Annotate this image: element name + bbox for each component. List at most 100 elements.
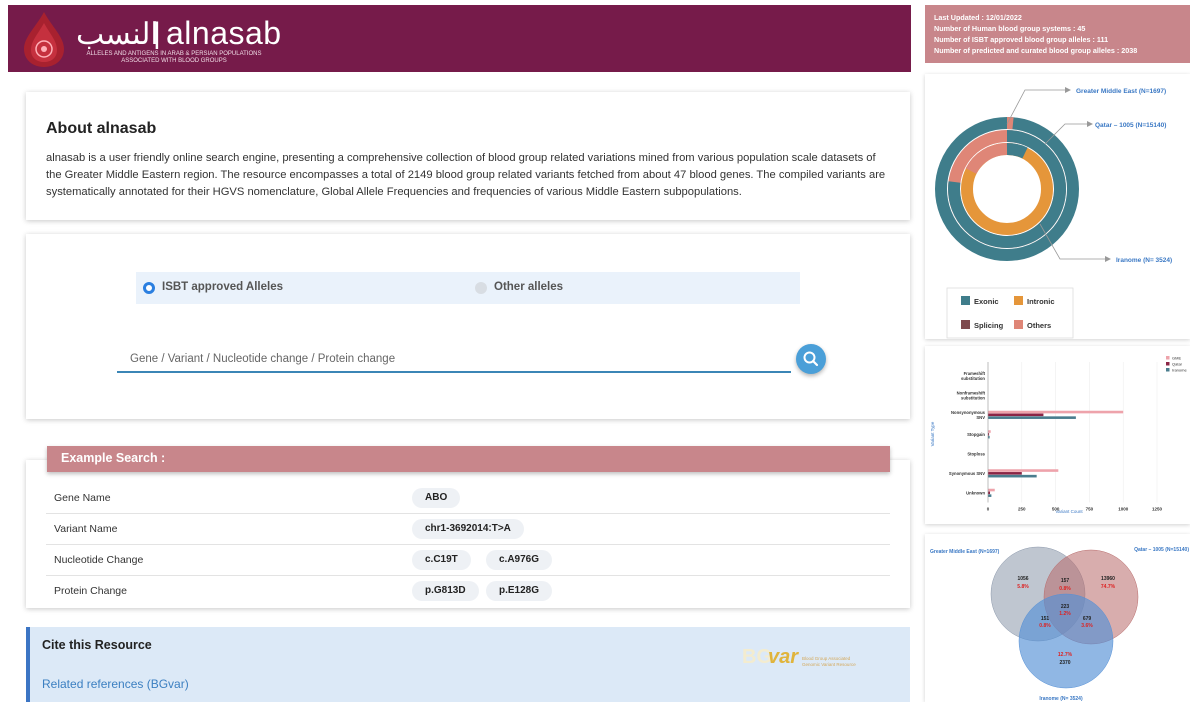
example-label-gene: Gene Name [54,492,111,504]
radio-other[interactable] [475,282,487,294]
example-chip-nucleotide-2[interactable]: c.A976G [486,550,553,570]
stats-info-box: Last Updated : 12/01/2022 Number of Huma… [925,5,1190,63]
donut-label-iranome: Iranome (N= 3524) [1116,257,1172,264]
search-button[interactable] [796,344,826,374]
venn-gme-iranome-pct: 0.8% [1039,623,1051,629]
bar-category-label-0-1: substitution [961,376,985,381]
site-header: النسب | alnasab ALLELES AND ANTIGENS IN … [8,5,911,72]
logo-subtitle: ALLELES AND ANTIGENS IN ARAB & PERSIAN P… [74,51,274,65]
example-label-variant: Variant Name [54,523,118,535]
venn-gme-only-pct: 5.8% [1017,584,1029,590]
bar-gme-5 [988,469,1059,472]
venn-diagram-panel: Greater Middle East (N=1697) Qatar – 100… [925,534,1190,702]
radio-other-label[interactable]: Other alleles [494,281,563,293]
donut-chart-panel: Greater Middle East (N=1697) Qatar – 100… [925,74,1190,339]
radio-isbt-label[interactable]: ISBT approved Alleles [162,281,283,293]
example-label-nucleotide: Nucleotide Change [54,554,144,566]
donut-legend-splicing: Splicing [974,321,1004,330]
about-card: About alnasab alnasab is a user friendly… [26,92,910,220]
bar-category-label-3-0: Stopgain [967,432,985,437]
blood-drop-logo-icon[interactable] [18,9,70,69]
example-row-variant: Variant Name chr1-3692014:T>A [46,514,890,545]
bar-iranome-2 [988,416,1076,419]
variant-type-bar-chart-panel: Variant Type Variant Count 0 250 500 750 100… [925,346,1190,524]
logo-subtitle-line2: ASSOCIATED WITH BLOOD GROUPS [121,58,227,64]
bar-gme-2 [988,410,1124,414]
venn-label-qatar: Qatar – 1005 (N=15140) [1134,547,1189,553]
bar-gme-3 [988,430,991,433]
bar-x-tick-5: 1250 [1152,507,1163,512]
bar-legend-swatch-1 [1166,362,1170,366]
venn-qatar-only-pct: 74.7% [1101,584,1116,590]
bar-iranome-6 [988,494,992,497]
bar-category-label-1-1: substitution [961,395,985,400]
venn-diagram[interactable]: Greater Middle East (N=1697) Qatar – 100… [925,534,1190,702]
bar-x-tick-4: 1000 [1118,507,1129,512]
venn-qatar-iranome-pct: 3.6% [1081,623,1093,629]
search-card: ISBT approved Alleles Other alleles [26,234,910,419]
bar-category-label-2-1: SNV [976,415,985,420]
venn-iranome-only: 2370 [1059,660,1070,666]
example-label-protein: Protein Change [54,585,127,597]
example-search-card: Gene Name ABO Variant Name chr1-3692014:… [26,460,910,608]
logo-arabic-text: النسب [76,17,159,52]
example-chip-variant[interactable]: chr1-3692014:T>A [412,519,524,539]
donut-legend-intronic: Intronic [1027,297,1055,306]
bar-legend-swatch-2 [1166,368,1170,372]
allele-type-selector: ISBT approved Alleles Other alleles [136,272,800,304]
bar-y-axis-label: Variant Type [930,421,935,446]
bar-category-label-5-0: Synonymous SNV [949,471,985,476]
bar-legend-label-2: Iranome [1172,368,1187,373]
example-row-protein: Protein Change p.G813D p.E128G [46,576,890,607]
bar-qatar-2 [988,413,1044,417]
venn-label-gme: Greater Middle East (N=1697) [930,549,1000,555]
bar-qatar-6 [988,491,991,495]
bar-x-axis-label: Variant Count [1055,509,1083,514]
bar-x-tick-2: 500 [1052,507,1060,512]
bgvar-logo-tag2: Genomic Variant Resource [802,662,856,667]
bar-category-label-6-0: Unknown [966,490,985,495]
venn-gme-iranome: 151 [1041,616,1050,622]
bar-qatar-5 [988,472,1022,475]
donut-legend-others: Others [1027,321,1051,330]
bar-x-tick-0: 0 [987,507,990,512]
donut-chart[interactable]: Greater Middle East (N=1697) Qatar – 100… [925,74,1190,339]
bar-legend-label-1: Qatar [1172,362,1183,367]
variant-type-bar-chart[interactable]: Variant Type Variant Count 0 250 500 750 100… [925,346,1190,524]
example-chip-gene[interactable]: ABO [412,488,461,508]
related-references-link[interactable]: Related references (BGvar) [42,677,189,691]
bgvar-logo[interactable]: BG var Blood Group Associated Genomic Va… [742,641,882,671]
search-input[interactable] [117,346,791,373]
search-icon [803,351,819,367]
bar-x-tick-1: 250 [1018,507,1026,512]
example-search-header: Example Search : [47,446,890,472]
venn-all-pct: 1.2% [1059,611,1071,617]
radio-isbt[interactable] [143,282,155,294]
venn-qatar-iranome: 679 [1083,616,1092,622]
bar-category-label-4-0: Stoploss [967,451,985,456]
donut-legend-exonic: Exonic [974,297,999,306]
venn-gme-qatar-pct: 0.8% [1059,586,1071,592]
predicted-count-text: Number of predicted and curated blood gr… [934,46,1138,55]
bar-iranome-5 [988,474,1037,478]
bar-legend-label-0: GME [1172,356,1181,361]
donut-label-gme: Greater Middle East (N=1697) [1076,88,1166,95]
example-row-nucleotide: Nucleotide Change c.C19T c.A976G [46,545,890,576]
venn-all: 223 [1061,604,1070,610]
example-chip-protein-1[interactable]: p.G813D [412,581,479,601]
logo-subtitle-line1: ALLELES AND ANTIGENS IN ARAB & PERSIAN P… [86,51,262,57]
bgvar-logo-tag1: Blood Group Associated [802,656,851,661]
last-updated-text: Last Updated : 12/01/2022 [934,13,1022,22]
example-chip-protein-2[interactable]: p.E128G [486,581,553,601]
venn-iranome-only-pct: 12.7% [1058,652,1073,658]
bar-legend-swatch-0 [1166,356,1170,360]
about-title: About alnasab [46,120,157,137]
venn-gme-qatar: 157 [1061,578,1070,584]
bgvar-logo-var: var [768,646,799,668]
systems-count-text: Number of Human blood group systems : 45 [934,24,1086,33]
cite-card: Cite this Resource Related references (B… [26,627,910,702]
venn-gme-only: 1056 [1017,576,1028,582]
example-chip-nucleotide-1[interactable]: c.C19T [412,550,471,570]
donut-label-qatar: Qatar – 1005 (N=15140) [1095,122,1166,129]
logo-text[interactable]: alnasab [166,15,282,52]
